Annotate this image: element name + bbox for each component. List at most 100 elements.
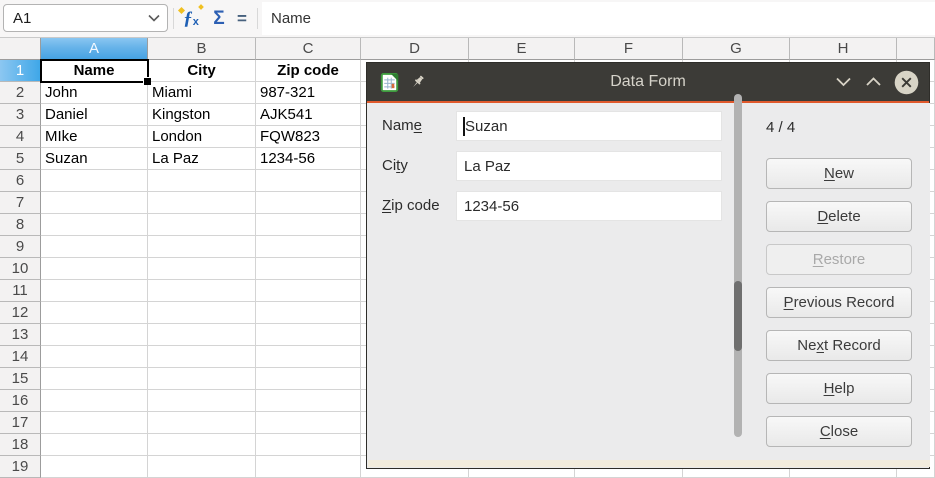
cell-A18[interactable] (41, 434, 148, 456)
column-header-partial[interactable] (897, 38, 935, 60)
dialog-titlebar[interactable]: Data Form (367, 63, 929, 101)
row-header-15[interactable]: 15 (0, 368, 41, 390)
column-header-B[interactable]: B (148, 38, 256, 60)
cell-C4[interactable]: FQW823 (256, 126, 361, 148)
row-header-13[interactable]: 13 (0, 324, 41, 346)
cell-B5[interactable]: La Paz (148, 148, 256, 170)
cell-B14[interactable] (148, 346, 256, 368)
column-header-C[interactable]: C (256, 38, 361, 60)
row-header-9[interactable]: 9 (0, 236, 41, 258)
row-header-5[interactable]: 5 (0, 148, 41, 170)
cell-A9[interactable] (41, 236, 148, 258)
cell-A6[interactable] (41, 170, 148, 192)
row-header-8[interactable]: 8 (0, 214, 41, 236)
column-header-D[interactable]: D (361, 38, 469, 60)
column-header-E[interactable]: E (469, 38, 575, 60)
cell-C17[interactable] (256, 412, 361, 434)
roll-up-icon[interactable] (864, 76, 883, 88)
cell-A8[interactable] (41, 214, 148, 236)
cell-B19[interactable] (148, 456, 256, 478)
equals-icon[interactable]: = (233, 0, 251, 37)
cell-C11[interactable] (256, 280, 361, 302)
cell-B1[interactable]: City (148, 60, 256, 82)
cell-A10[interactable] (41, 258, 148, 280)
delete-button[interactable]: Delete (766, 201, 912, 232)
cell-A19[interactable] (41, 456, 148, 478)
cell-C3[interactable]: AJK541 (256, 104, 361, 126)
zip-code-field[interactable]: 1234-56 (456, 191, 722, 221)
cell-A2[interactable]: John (41, 82, 148, 104)
row-header-7[interactable]: 7 (0, 192, 41, 214)
cell-C7[interactable] (256, 192, 361, 214)
cell-B7[interactable] (148, 192, 256, 214)
cell-C10[interactable] (256, 258, 361, 280)
cell-B4[interactable]: London (148, 126, 256, 148)
cell-B12[interactable] (148, 302, 256, 324)
cell-A17[interactable] (41, 412, 148, 434)
dialog-scrollbar-thumb[interactable] (734, 281, 742, 351)
cell-B17[interactable] (148, 412, 256, 434)
cell-C19[interactable] (256, 456, 361, 478)
formula-input[interactable]: Name (262, 2, 935, 35)
row-header-1[interactable]: 1 (0, 60, 41, 82)
cell-A5[interactable]: Suzan (41, 148, 148, 170)
cell-C1[interactable]: Zip code (256, 60, 361, 82)
cell-B18[interactable] (148, 434, 256, 456)
sum-icon[interactable]: Σ (208, 0, 230, 37)
pin-icon[interactable] (410, 74, 427, 91)
cell-B10[interactable] (148, 258, 256, 280)
cell-C18[interactable] (256, 434, 361, 456)
row-header-18[interactable]: 18 (0, 434, 41, 456)
cell-C14[interactable] (256, 346, 361, 368)
namebox-dropdown-icon[interactable] (147, 13, 161, 23)
cell-A15[interactable] (41, 368, 148, 390)
row-header-17[interactable]: 17 (0, 412, 41, 434)
cell-C16[interactable] (256, 390, 361, 412)
column-header-A[interactable]: A (41, 38, 148, 60)
cell-C8[interactable] (256, 214, 361, 236)
row-header-3[interactable]: 3 (0, 104, 41, 126)
dialog-scrollbar[interactable] (734, 94, 742, 437)
row-header-4[interactable]: 4 (0, 126, 41, 148)
row-header-10[interactable]: 10 (0, 258, 41, 280)
cell-B16[interactable] (148, 390, 256, 412)
cell-B2[interactable]: Miami (148, 82, 256, 104)
close-button[interactable]: Close (766, 416, 912, 447)
cell-C12[interactable] (256, 302, 361, 324)
row-header-16[interactable]: 16 (0, 390, 41, 412)
column-header-F[interactable]: F (575, 38, 683, 60)
row-header-2[interactable]: 2 (0, 82, 41, 104)
name-field[interactable]: Suzan (456, 111, 722, 141)
cell-B8[interactable] (148, 214, 256, 236)
column-header-H[interactable]: H (790, 38, 897, 60)
row-header-14[interactable]: 14 (0, 346, 41, 368)
cell-A4[interactable]: MIke (41, 126, 148, 148)
close-icon[interactable] (894, 70, 919, 95)
sheet-corner[interactable] (0, 38, 41, 60)
cell-C13[interactable] (256, 324, 361, 346)
cell-C5[interactable]: 1234-56 (256, 148, 361, 170)
cell-A3[interactable]: Daniel (41, 104, 148, 126)
cell-C15[interactable] (256, 368, 361, 390)
cell-C2[interactable]: 987-321 (256, 82, 361, 104)
column-header-G[interactable]: G (683, 38, 790, 60)
cell-A12[interactable] (41, 302, 148, 324)
fill-handle[interactable] (144, 78, 151, 85)
city-field[interactable]: La Paz (456, 151, 722, 181)
cell-B11[interactable] (148, 280, 256, 302)
cell-B3[interactable]: Kingston (148, 104, 256, 126)
row-header-6[interactable]: 6 (0, 170, 41, 192)
cell-A7[interactable] (41, 192, 148, 214)
help-button[interactable]: Help (766, 373, 912, 404)
next-record-button[interactable]: Next Record (766, 330, 912, 361)
cell-A1[interactable]: Name (41, 60, 148, 82)
cell-A11[interactable] (41, 280, 148, 302)
cell-A14[interactable] (41, 346, 148, 368)
row-header-11[interactable]: 11 (0, 280, 41, 302)
row-header-12[interactable]: 12 (0, 302, 41, 324)
row-header-19[interactable]: 19 (0, 456, 41, 478)
name-box[interactable]: A1 (3, 4, 168, 32)
cell-C6[interactable] (256, 170, 361, 192)
cell-B15[interactable] (148, 368, 256, 390)
roll-down-icon[interactable] (834, 76, 853, 88)
